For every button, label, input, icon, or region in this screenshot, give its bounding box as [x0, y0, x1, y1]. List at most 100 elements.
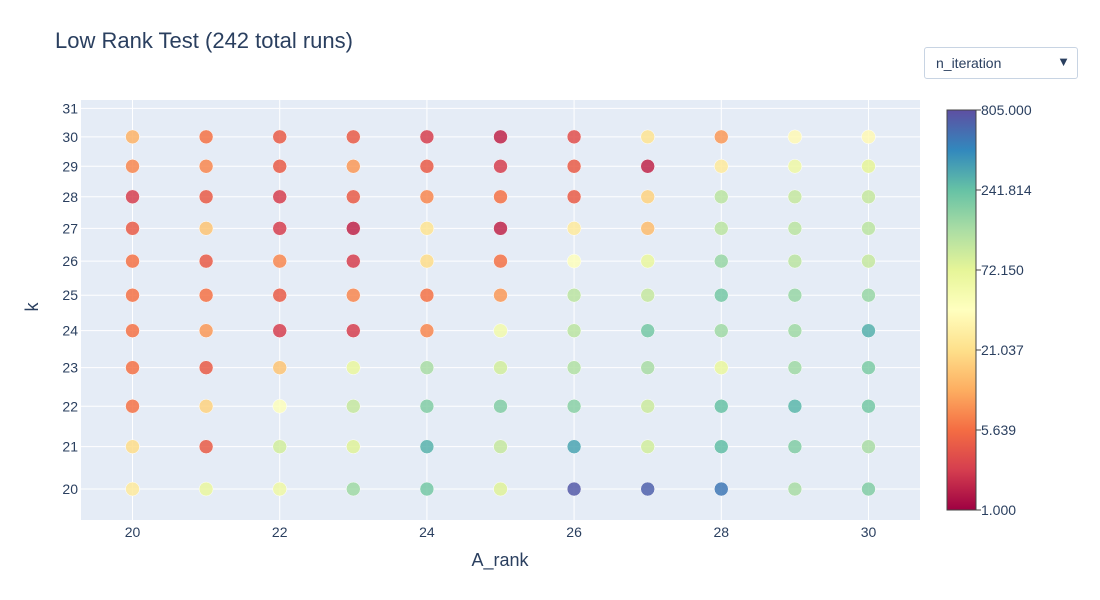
data-point[interactable] — [493, 287, 508, 303]
data-point[interactable] — [272, 221, 287, 236]
data-point[interactable] — [861, 159, 876, 174]
data-point[interactable] — [272, 399, 287, 414]
data-point[interactable] — [125, 287, 140, 303]
data-point[interactable] — [566, 439, 582, 454]
data-point[interactable] — [272, 159, 287, 174]
data-point[interactable] — [125, 439, 140, 454]
data-point[interactable] — [346, 287, 361, 303]
data-point[interactable] — [493, 159, 508, 174]
data-point[interactable] — [640, 287, 655, 303]
data-point[interactable] — [787, 221, 803, 236]
data-point[interactable] — [714, 481, 729, 497]
data-point[interactable] — [198, 189, 214, 205]
data-point[interactable] — [198, 221, 214, 236]
data-point[interactable] — [566, 159, 582, 174]
data-point[interactable] — [861, 253, 876, 269]
data-point[interactable] — [566, 221, 582, 236]
data-point[interactable] — [787, 439, 803, 454]
data-point[interactable] — [493, 253, 508, 269]
data-point[interactable] — [125, 129, 140, 145]
data-point[interactable] — [198, 481, 214, 497]
data-point[interactable] — [272, 439, 287, 454]
data-point[interactable] — [861, 323, 876, 338]
data-point[interactable] — [198, 360, 214, 375]
data-point[interactable] — [419, 159, 435, 174]
data-point[interactable] — [640, 129, 655, 145]
data-point[interactable] — [272, 323, 287, 338]
data-point[interactable] — [640, 439, 655, 454]
data-point[interactable] — [346, 253, 361, 269]
data-point[interactable] — [346, 129, 361, 145]
data-point[interactable] — [346, 323, 361, 338]
data-point[interactable] — [640, 221, 655, 236]
data-point[interactable] — [419, 129, 435, 145]
data-point[interactable] — [272, 129, 287, 145]
data-point[interactable] — [198, 399, 214, 414]
data-point[interactable] — [787, 129, 803, 145]
data-point[interactable] — [346, 360, 361, 375]
data-point[interactable] — [640, 323, 655, 338]
data-point[interactable] — [419, 360, 435, 375]
data-point[interactable] — [125, 253, 140, 269]
data-point[interactable] — [787, 287, 803, 303]
data-point[interactable] — [787, 399, 803, 414]
data-point[interactable] — [493, 481, 508, 497]
data-point[interactable] — [493, 323, 508, 338]
data-point[interactable] — [714, 287, 729, 303]
data-point[interactable] — [125, 360, 140, 375]
data-point[interactable] — [419, 189, 435, 205]
data-point[interactable] — [198, 287, 214, 303]
data-point[interactable] — [272, 253, 287, 269]
data-point[interactable] — [493, 189, 508, 205]
data-point[interactable] — [640, 189, 655, 205]
data-point[interactable] — [493, 221, 508, 236]
data-point[interactable] — [787, 360, 803, 375]
data-point[interactable] — [419, 481, 435, 497]
data-point[interactable] — [125, 481, 140, 497]
data-point[interactable] — [640, 159, 655, 174]
data-point[interactable] — [787, 189, 803, 205]
data-point[interactable] — [566, 129, 582, 145]
data-point[interactable] — [566, 287, 582, 303]
data-point[interactable] — [787, 253, 803, 269]
data-point[interactable] — [419, 399, 435, 414]
data-point[interactable] — [346, 399, 361, 414]
data-point[interactable] — [714, 129, 729, 145]
data-point[interactable] — [566, 399, 582, 414]
data-point[interactable] — [125, 399, 140, 414]
data-point[interactable] — [493, 129, 508, 145]
data-point[interactable] — [566, 323, 582, 338]
data-point[interactable] — [493, 399, 508, 414]
data-point[interactable] — [861, 221, 876, 236]
data-point[interactable] — [714, 221, 729, 236]
data-point[interactable] — [861, 481, 876, 497]
data-point[interactable] — [419, 439, 435, 454]
data-point[interactable] — [198, 159, 214, 174]
data-point[interactable] — [198, 129, 214, 145]
data-point[interactable] — [861, 189, 876, 205]
data-point[interactable] — [714, 159, 729, 174]
data-point[interactable] — [566, 253, 582, 269]
data-point[interactable] — [272, 189, 287, 205]
data-point[interactable] — [640, 360, 655, 375]
data-point[interactable] — [419, 253, 435, 269]
data-point[interactable] — [861, 399, 876, 414]
data-point[interactable] — [125, 323, 140, 338]
data-point[interactable] — [198, 439, 214, 454]
data-point[interactable] — [346, 221, 361, 236]
data-point[interactable] — [198, 253, 214, 269]
data-point[interactable] — [714, 253, 729, 269]
data-point[interactable] — [640, 481, 655, 497]
data-point[interactable] — [787, 159, 803, 174]
data-point[interactable] — [640, 399, 655, 414]
data-point[interactable] — [346, 481, 361, 497]
data-point[interactable] — [125, 189, 140, 205]
data-point[interactable] — [566, 360, 582, 375]
data-point[interactable] — [419, 287, 435, 303]
data-point[interactable] — [640, 253, 655, 269]
data-point[interactable] — [125, 159, 140, 174]
data-point[interactable] — [419, 323, 435, 338]
data-point[interactable] — [714, 323, 729, 338]
data-point[interactable] — [272, 360, 287, 375]
data-point[interactable] — [272, 287, 287, 303]
